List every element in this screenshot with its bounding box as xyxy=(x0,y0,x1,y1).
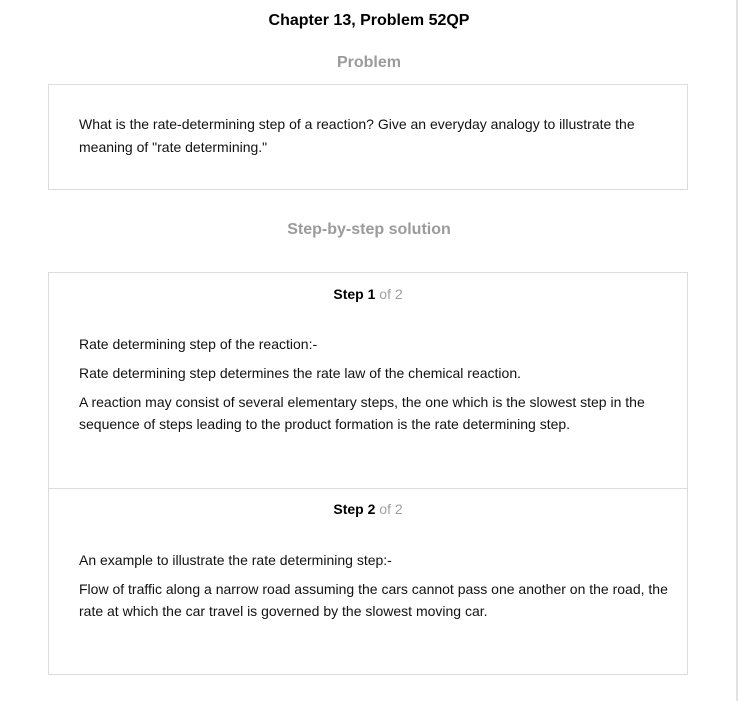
problem-text: What is the rate-determining step of a r… xyxy=(79,116,635,155)
step-2-paragraph: An example to illustrate the rate determ… xyxy=(79,552,392,568)
step-2-paragraph: Flow of traffic along a narrow road assu… xyxy=(79,581,668,619)
step-1-label: Step xyxy=(333,286,364,302)
solution-card: Step 1 of 2 Rate determining step of the… xyxy=(48,272,688,675)
page-title: Chapter 13, Problem 52QP xyxy=(268,12,470,29)
step-2-total: of 2 xyxy=(379,501,403,517)
step-1-paragraph: Rate determining step of the reaction:- xyxy=(79,336,318,352)
solution-step-1: Step 1 of 2 Rate determining step of the… xyxy=(49,273,687,489)
step-2-body: An example to illustrate the rate determ… xyxy=(79,549,669,629)
step-2-number: 2 xyxy=(367,501,376,517)
step-1-total: of 2 xyxy=(379,286,403,302)
step-1-paragraph: Rate determining step determines the rat… xyxy=(79,365,522,381)
step-2-label: Step xyxy=(333,501,364,517)
step-1-paragraph: A reaction may consist of several elemen… xyxy=(79,394,645,432)
step-1-number: 1 xyxy=(367,286,376,302)
step-1-header: Step 1 of 2 xyxy=(49,286,687,302)
solution-step-2: Step 2 of 2 An example to illustrate the… xyxy=(49,488,687,674)
problem-card: What is the rate-determining step of a r… xyxy=(48,84,688,190)
step-2-header: Step 2 of 2 xyxy=(49,501,687,517)
solution-heading: Step-by-step solution xyxy=(287,221,451,238)
problem-heading: Problem xyxy=(336,54,401,71)
step-1-body: Rate determining step of the reaction:- … xyxy=(79,333,669,442)
